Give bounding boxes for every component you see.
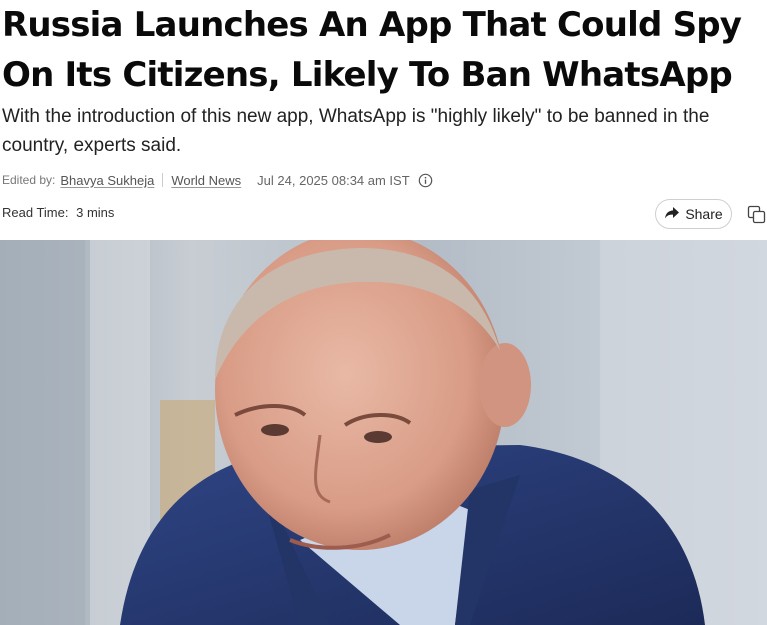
read-time-label: Read Time: bbox=[2, 205, 69, 220]
hero-image bbox=[0, 240, 767, 625]
author-link[interactable]: Bhavya Sukheja bbox=[60, 173, 154, 188]
info-icon[interactable] bbox=[418, 173, 433, 188]
category-link[interactable]: World News bbox=[171, 173, 241, 188]
article-headline: Russia Launches An App That Could Spy On… bbox=[2, 0, 766, 100]
publish-date: Jul 24, 2025 08:34 am IST bbox=[257, 172, 410, 188]
share-label: Share bbox=[685, 206, 723, 222]
share-button[interactable]: Share bbox=[655, 199, 732, 229]
share-arrow-icon bbox=[664, 206, 680, 223]
article-subheadline: With the introduction of this new app, W… bbox=[2, 106, 710, 156]
edited-by-label: Edited by: bbox=[2, 173, 56, 187]
copy-icon[interactable] bbox=[747, 205, 767, 230]
headline-line-2: On Its Citizens, Likely To Ban WhatsApp bbox=[2, 55, 733, 95]
read-time: Read Time: 3 mins bbox=[2, 205, 114, 220]
article-byline: Edited by: Bhavya Sukheja World News Jul… bbox=[2, 171, 433, 189]
headline-line-1: Russia Launches An App That Could Spy bbox=[2, 5, 742, 45]
byline-divider bbox=[162, 173, 164, 187]
portrait-photo bbox=[0, 240, 767, 625]
read-time-value: 3 mins bbox=[76, 205, 115, 220]
